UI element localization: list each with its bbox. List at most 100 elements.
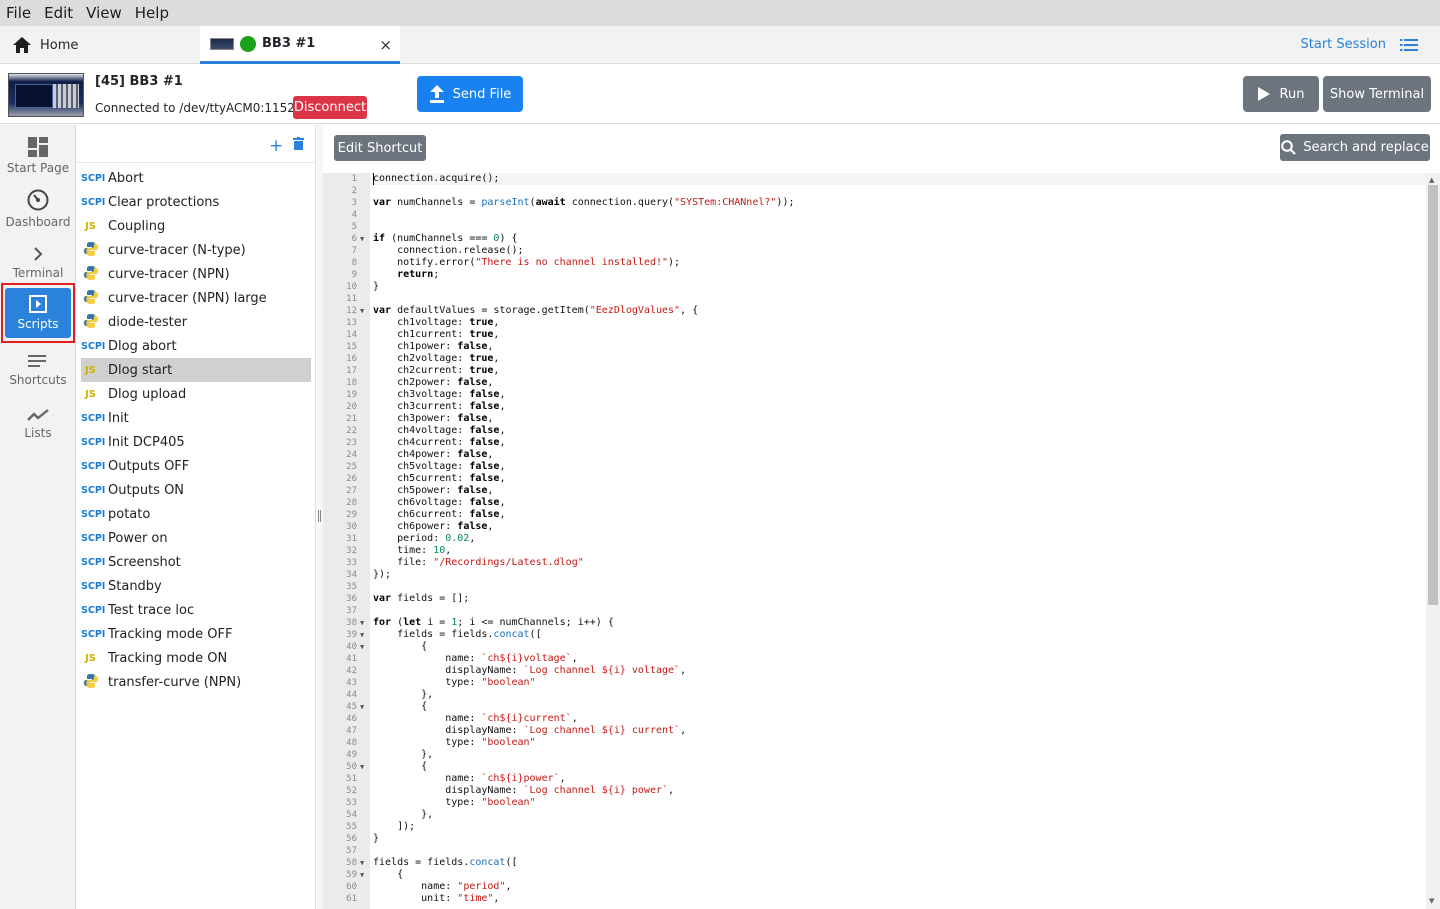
line-number: 29 <box>346 510 357 520</box>
code-line: 49 }, <box>323 749 1423 761</box>
nav-shortcuts[interactable]: Shortcuts <box>0 343 76 397</box>
code-line: 42 displayName: `Log channel ${i} voltag… <box>323 665 1423 677</box>
script-item[interactable]: SCPI Init DCP405 <box>81 430 311 454</box>
nav-terminal[interactable]: Terminal <box>0 236 76 290</box>
fold-icon[interactable]: ▼ <box>360 857 364 869</box>
script-item[interactable]: curve-tracer (NPN) large <box>81 286 311 310</box>
fold-icon[interactable]: ▼ <box>360 617 364 629</box>
line-number: 16 <box>346 354 357 364</box>
add-script-icon[interactable]: + <box>269 136 283 156</box>
line-number: 35 <box>346 582 357 592</box>
start-session-link[interactable]: Start Session <box>1301 37 1387 52</box>
script-item[interactable]: JS Dlog start <box>81 358 311 382</box>
fold-icon[interactable]: ▼ <box>360 233 364 245</box>
editor-scrollbar-thumb[interactable] <box>1428 185 1438 605</box>
nav-start-page[interactable]: Start Page <box>0 129 76 183</box>
code-text: file: "/Recordings/Latest.dlog" <box>373 557 584 568</box>
script-item[interactable]: curve-tracer (NPN) <box>81 262 311 286</box>
edit-shortcut-button[interactable]: Edit Shortcut <box>334 135 426 161</box>
python-icon <box>81 265 108 284</box>
scpi-badge: SCPI <box>81 196 106 208</box>
script-item[interactable]: JS Dlog upload <box>81 382 311 406</box>
code-text: { <box>373 701 428 712</box>
fold-icon[interactable]: ▼ <box>360 305 364 317</box>
menu-edit[interactable]: Edit <box>44 4 73 22</box>
disconnect-button[interactable]: Disconnect <box>293 96 367 119</box>
line-number: 22 <box>346 426 357 436</box>
nav-dashboard[interactable]: Dashboard <box>0 182 76 236</box>
line-number: 55 <box>346 822 357 832</box>
code-text: { <box>373 641 428 652</box>
script-item[interactable]: SCPI Init <box>81 406 311 430</box>
code-text: }, <box>373 809 434 820</box>
splitter-grip-icon[interactable] <box>318 510 321 522</box>
script-name: curve-tracer (NPN) <box>108 266 230 282</box>
line-number: 43 <box>346 678 357 688</box>
script-item[interactable]: curve-tracer (N-type) <box>81 238 311 262</box>
script-item[interactable]: SCPI Outputs OFF <box>81 454 311 478</box>
line-number: 24 <box>346 450 357 460</box>
instrument-image <box>8 73 84 117</box>
line-number: 45 <box>346 702 357 712</box>
code-text: displayName: `Log channel ${i} current`, <box>373 725 687 736</box>
session-list-icon[interactable] <box>1400 39 1418 51</box>
fold-icon[interactable]: ▼ <box>360 629 364 641</box>
close-tab-icon[interactable]: × <box>379 36 392 54</box>
script-item[interactable]: JS Coupling <box>81 214 311 238</box>
script-item[interactable]: SCPI Test trace loc <box>81 598 311 622</box>
script-item[interactable]: SCPI Power on <box>81 526 311 550</box>
fold-icon[interactable]: ▼ <box>360 761 364 773</box>
scpi-badge: SCPI <box>81 556 106 568</box>
script-item[interactable]: SCPI Dlog abort <box>81 334 311 358</box>
script-name: Init <box>108 410 129 426</box>
line-number: 18 <box>346 378 357 388</box>
code-text: ch3voltage: false, <box>373 389 506 400</box>
fold-icon[interactable]: ▼ <box>360 641 364 653</box>
scpi-badge: SCPI <box>81 436 106 448</box>
python-icon <box>81 241 108 260</box>
code-line: 33 file: "/Recordings/Latest.dlog" <box>323 557 1423 569</box>
code-text: { <box>373 761 428 772</box>
script-item[interactable]: JS Tracking mode ON <box>81 646 311 670</box>
nav-terminal-label: Terminal <box>12 266 64 280</box>
menu-file[interactable]: File <box>6 4 31 22</box>
script-item[interactable]: SCPI potato <box>81 502 311 526</box>
script-name: curve-tracer (NPN) large <box>108 290 267 306</box>
script-item[interactable]: SCPI Clear protections <box>81 190 311 214</box>
script-item[interactable]: SCPI Tracking mode OFF <box>81 622 311 646</box>
scroll-down-icon[interactable]: ▼ <box>1429 897 1434 905</box>
send-file-button[interactable]: Send File <box>417 76 523 112</box>
code-text: name: "period", <box>373 881 512 892</box>
code-line: 9 return; <box>323 269 1423 281</box>
code-line: 19 ch3voltage: false, <box>323 389 1423 401</box>
nav-lists[interactable]: Lists <box>0 397 76 451</box>
line-number: 60 <box>346 882 357 892</box>
script-item[interactable]: transfer-curve (NPN) <box>81 670 311 694</box>
menu-help[interactable]: Help <box>135 4 169 22</box>
line-number: 12 <box>346 306 357 316</box>
tab-home[interactable]: Home <box>0 26 200 64</box>
line-number: 49 <box>346 750 357 760</box>
script-name: Abort <box>108 170 144 186</box>
line-number: 50 <box>346 762 357 772</box>
chevron-right-icon <box>34 247 43 261</box>
menu-view[interactable]: View <box>86 4 122 22</box>
code-editor[interactable]: 1 connection.acquire(); 2 3 var numChannels … <box>323 173 1440 909</box>
script-item[interactable]: SCPI Screenshot <box>81 550 311 574</box>
code-text: time: 10, <box>373 545 452 556</box>
fold-icon[interactable]: ▼ <box>360 701 364 713</box>
delete-script-icon[interactable] <box>293 137 304 150</box>
script-item[interactable]: diode-tester <box>81 310 311 334</box>
run-button[interactable]: Run <box>1243 76 1319 112</box>
fold-icon[interactable]: ▼ <box>360 869 364 881</box>
script-item[interactable]: SCPI Standby <box>81 574 311 598</box>
scripts-highlight-box <box>1 283 75 343</box>
script-item[interactable]: SCPI Outputs ON <box>81 478 311 502</box>
code-text: ch3power: false, <box>373 413 494 424</box>
tab-bb3[interactable]: BB3 #1 × <box>200 26 400 64</box>
search-replace-button[interactable]: Search and replace <box>1280 134 1430 161</box>
script-item[interactable]: SCPI Abort <box>81 166 311 190</box>
show-terminal-button[interactable]: Show Terminal <box>1323 76 1431 112</box>
code-text: type: "boolean" <box>373 797 536 808</box>
scroll-up-icon[interactable]: ▲ <box>1429 176 1434 184</box>
